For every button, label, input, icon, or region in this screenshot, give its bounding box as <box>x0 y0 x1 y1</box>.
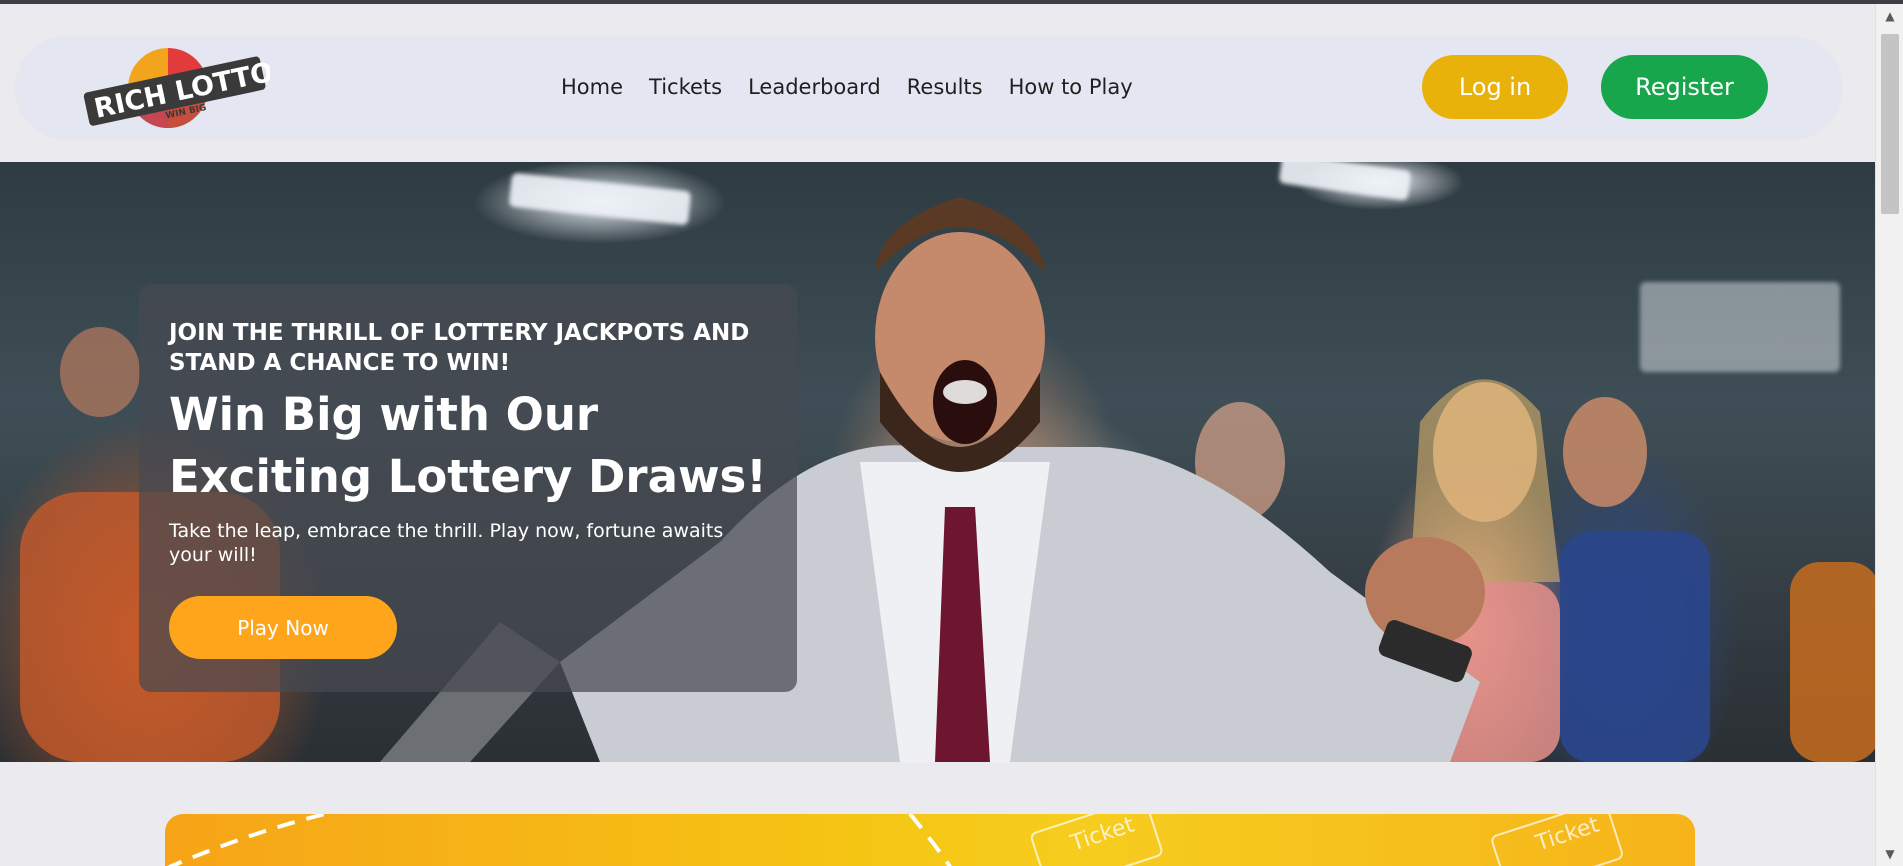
navbar: RICH LOTTO WIN BIG Home Tickets Leaderbo… <box>16 36 1842 138</box>
main-nav: Home Tickets Leaderboard Results How to … <box>561 36 1133 138</box>
play-now-button[interactable]: Play Now <box>169 596 397 659</box>
page-viewport: RICH LOTTO WIN BIG Home Tickets Leaderbo… <box>0 4 1875 866</box>
promo-decoration <box>166 814 1623 866</box>
hero-subtitle: Take the leap, embrace the thrill. Play … <box>169 520 724 566</box>
hero-eyebrow: JOIN THE THRILL OF LOTTERY JACKPOTS AND … <box>169 320 750 376</box>
hero-title: Win Big with Our Exciting Lottery Draws! <box>169 388 767 503</box>
logo-graphic: RICH LOTTO WIN BIG <box>83 48 276 128</box>
vertical-scrollbar[interactable]: ▲ ▼ <box>1875 4 1903 866</box>
hero-section: JOIN THE THRILL OF LOTTERY JACKPOTS AND … <box>0 162 1875 762</box>
promo-banner: Ticket Ticket <box>165 814 1695 866</box>
hero-card: JOIN THE THRILL OF LOTTERY JACKPOTS AND … <box>139 284 797 692</box>
nav-link-leaderboard[interactable]: Leaderboard <box>748 75 881 99</box>
scroll-thumb[interactable] <box>1881 34 1899 214</box>
register-button[interactable]: Register <box>1601 55 1768 119</box>
nav-link-home[interactable]: Home <box>561 75 623 99</box>
login-button[interactable]: Log in <box>1422 55 1568 119</box>
scroll-up-arrow-icon[interactable]: ▲ <box>1876 4 1903 28</box>
scroll-down-arrow-icon[interactable]: ▼ <box>1876 842 1903 866</box>
rich-lotto-logo[interactable]: RICH LOTTO WIN BIG <box>80 44 276 132</box>
nav-link-results[interactable]: Results <box>907 75 983 99</box>
nav-link-tickets[interactable]: Tickets <box>649 75 722 99</box>
nav-link-how-to-play[interactable]: How to Play <box>1009 75 1133 99</box>
